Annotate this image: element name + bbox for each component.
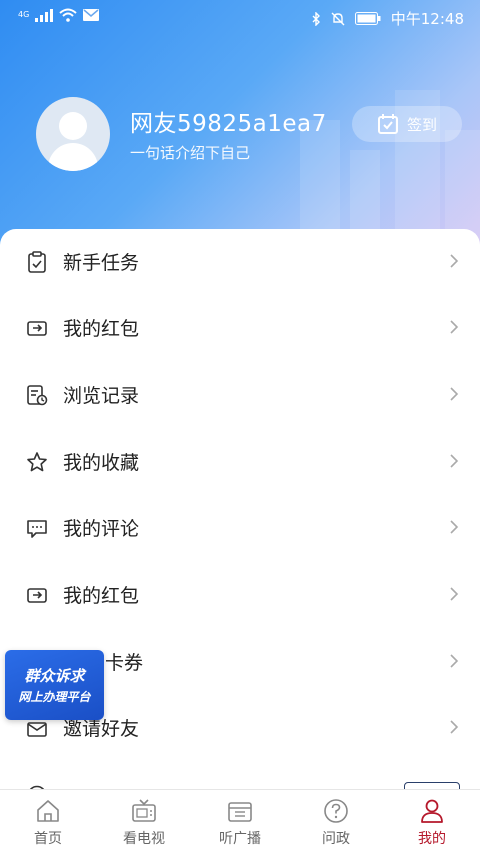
chevron-right-icon	[450, 387, 459, 401]
task-clipboard-icon	[28, 251, 46, 273]
menu-item-label: 我的红包	[63, 318, 140, 340]
checkin-label: 签到	[406, 115, 437, 134]
avatar[interactable]	[36, 97, 110, 171]
menu-item-red-packet-2[interactable]: 我的红包	[0, 562, 480, 628]
profile-header: 4G 中午12:48 网友59825a1ea7 一句话介绍下自己 签到	[0, 0, 480, 260]
menu-item-red-packet[interactable]: 我的红包	[0, 295, 480, 361]
bluetooth-icon	[312, 11, 320, 26]
bottom-tab-bar: 首页 看电视 听广播 问政 我的	[0, 789, 480, 854]
tab-label: 看电视	[123, 831, 165, 847]
calendar-check-icon	[377, 114, 398, 134]
star-icon	[27, 452, 47, 472]
tv-icon	[132, 799, 156, 822]
menu-item-label: 我的收藏	[63, 452, 140, 474]
banner-line1: 群众诉求	[24, 667, 85, 685]
clock: 中午12:48	[390, 10, 464, 28]
chevron-right-icon	[450, 587, 459, 601]
wallet-icon	[27, 321, 47, 336]
menu-item-favorites[interactable]: 我的收藏	[0, 429, 480, 495]
appeal-platform-banner[interactable]: 群众诉求 网上办理平台	[5, 650, 104, 720]
menu-item-comments[interactable]: 我的评论	[0, 495, 480, 561]
question-icon	[324, 799, 348, 823]
tab-mine[interactable]: 我的	[384, 790, 480, 854]
tab-label: 首页	[34, 831, 62, 847]
tab-label: 我的	[418, 831, 446, 847]
tab-radio[interactable]: 听广播	[192, 790, 288, 854]
menu-item-label: 浏览记录	[63, 385, 140, 407]
comment-icon	[27, 520, 47, 538]
wifi-icon	[59, 8, 77, 22]
tab-tv[interactable]: 看电视	[96, 790, 192, 854]
partial-box	[404, 782, 460, 789]
mail-icon	[83, 9, 100, 21]
banner-line2: 网上办理平台	[18, 690, 91, 704]
signal-icon	[35, 8, 54, 22]
chevron-right-icon	[450, 320, 459, 334]
user-bio[interactable]: 一句话介绍下自己	[130, 142, 250, 163]
menu-item-label: 卡券	[105, 652, 144, 674]
battery-icon	[354, 12, 381, 25]
menu-item-label: 我的红包	[63, 585, 140, 607]
tab-label: 问政	[322, 831, 350, 847]
chevron-right-icon	[450, 254, 459, 268]
chevron-right-icon	[450, 720, 459, 734]
network-type: 4G	[18, 10, 30, 19]
chevron-right-icon	[450, 654, 459, 668]
mute-icon	[331, 12, 345, 25]
menu-item-label: 我的评论	[63, 518, 140, 540]
tab-politics-qa[interactable]: 问政	[288, 790, 384, 854]
menu-item-history[interactable]: 浏览记录	[0, 362, 480, 428]
radio-icon	[228, 802, 252, 822]
menu-item-new-tasks[interactable]: 新手任务	[0, 229, 480, 295]
chevron-right-icon	[450, 454, 459, 468]
user-icon	[421, 799, 443, 823]
tab-home[interactable]: 首页	[0, 790, 96, 854]
menu-item-label: 新手任务	[63, 252, 140, 274]
wallet-icon	[27, 588, 47, 603]
home-icon	[37, 800, 59, 822]
tab-label: 听广播	[219, 831, 261, 847]
username[interactable]: 网友59825a1ea7	[130, 104, 327, 138]
status-bar: 4G 中午12:48	[0, 0, 480, 34]
history-icon	[27, 385, 48, 406]
menu-item-partial[interactable]	[0, 762, 480, 789]
invite-icon	[27, 722, 47, 737]
chevron-right-icon	[450, 520, 459, 534]
checkin-button[interactable]: 签到	[352, 106, 462, 142]
